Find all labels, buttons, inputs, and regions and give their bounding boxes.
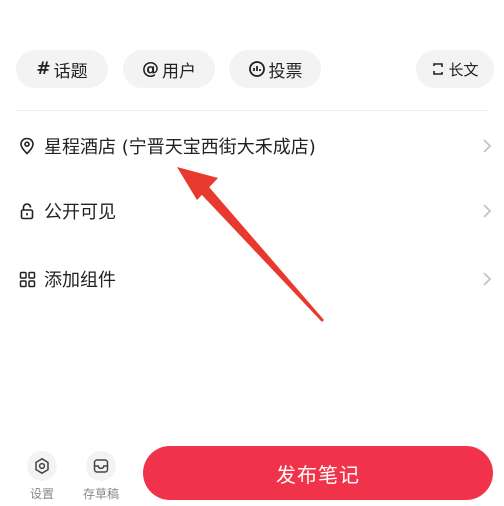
settings-button[interactable]: 设置 bbox=[27, 451, 57, 502]
add-widget-row[interactable]: 添加组件 bbox=[0, 256, 504, 302]
visibility-row[interactable]: 公开可见 bbox=[0, 188, 504, 234]
settings-caption: 设置 bbox=[29, 487, 54, 501]
mention-user-chip-label: 用户 bbox=[162, 61, 196, 82]
gear-icon bbox=[35, 457, 49, 475]
poll-icon bbox=[248, 60, 266, 78]
poll-chip[interactable]: 投票 bbox=[229, 50, 321, 88]
mention-user-chip[interactable]: @ 用户 bbox=[123, 50, 215, 88]
settings-icon-circle bbox=[27, 451, 57, 481]
draft-icon-circle bbox=[86, 451, 116, 481]
grid-icon bbox=[18, 270, 36, 288]
chevron-right-icon bbox=[480, 202, 494, 220]
visibility-label: 公开可见 bbox=[44, 202, 116, 223]
add-widget-label: 添加组件 bbox=[44, 270, 116, 291]
save-draft-button[interactable]: 存草稿 bbox=[83, 451, 119, 502]
save-draft-caption: 存草稿 bbox=[83, 487, 120, 501]
publish-note-label: 发布笔记 bbox=[276, 462, 360, 487]
toolbar-divider bbox=[16, 110, 488, 111]
lock-icon bbox=[18, 202, 36, 220]
poll-chip-label: 投票 bbox=[268, 61, 303, 82]
location-label: 星程酒店 (宁晋天宝西街大禾成店) bbox=[44, 137, 316, 158]
location-pin-icon bbox=[18, 137, 36, 155]
long-text-icon bbox=[431, 62, 445, 76]
long-text-chip-label: 长文 bbox=[448, 60, 479, 79]
location-row[interactable]: 星程酒店 (宁晋天宝西街大禾成店) bbox=[0, 123, 504, 169]
topic-chip-label: 话题 bbox=[53, 61, 88, 82]
publish-note-button[interactable]: 发布笔记 bbox=[143, 446, 493, 500]
long-text-chip[interactable]: 长文 bbox=[416, 50, 494, 88]
at-icon: @ bbox=[142, 59, 159, 79]
inbox-icon bbox=[93, 459, 109, 473]
hash-icon: # bbox=[36, 59, 51, 79]
chevron-right-icon bbox=[480, 137, 494, 155]
chevron-right-icon bbox=[480, 270, 494, 288]
topic-chip[interactable]: # 话题 bbox=[16, 50, 108, 88]
